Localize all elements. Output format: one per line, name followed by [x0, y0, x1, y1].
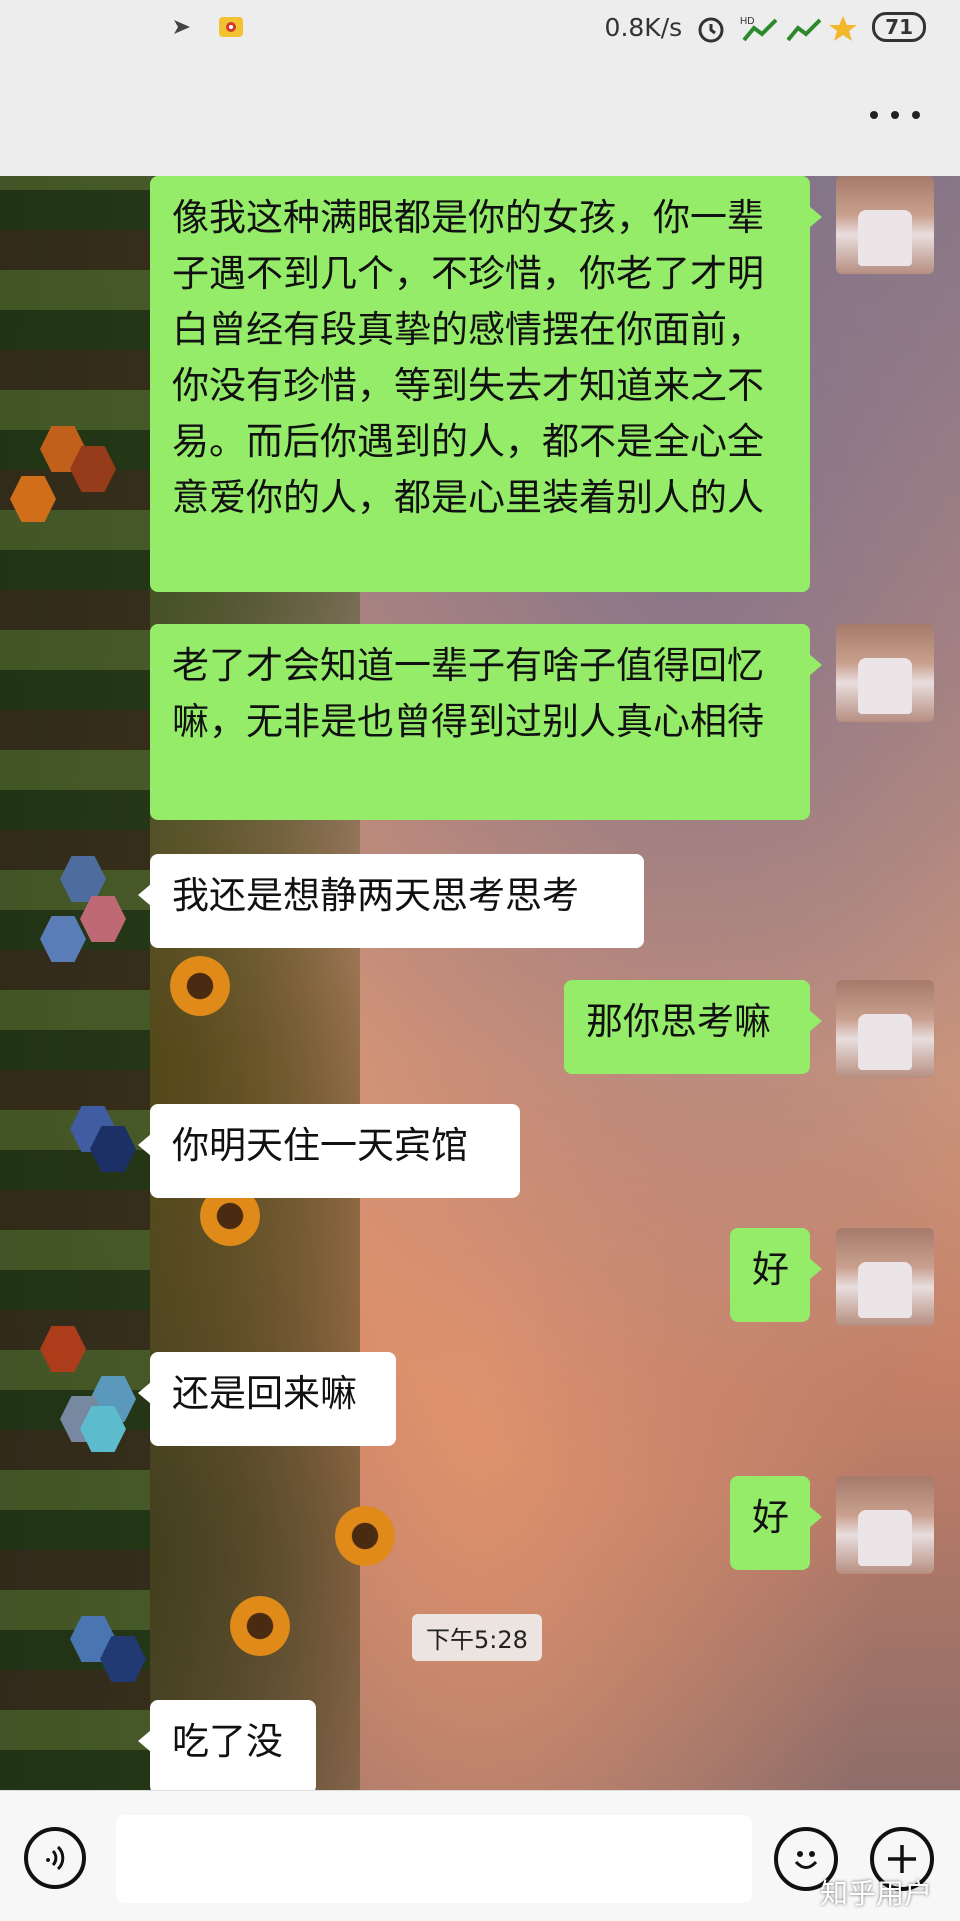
mosaic-redaction: [0, 176, 150, 1790]
chat-bubble-mine[interactable]: 老了才会知道一辈子有啥子值得回忆嘛，无非是也曾得到过别人真心相待: [150, 624, 822, 820]
chat-bubble-mine[interactable]: 像我这种满眼都是你的女孩，你一辈子遇不到几个，不珍惜，你老了才明白曾经有段真挚的…: [150, 176, 822, 592]
voice-icon[interactable]: [24, 1827, 86, 1889]
eye-app-icon: [218, 14, 248, 40]
chat-bubble-mine[interactable]: 那你思考嘛: [564, 980, 822, 1074]
chat-header: [0, 60, 960, 176]
status-left-icons: [170, 14, 248, 40]
my-avatar[interactable]: [836, 980, 934, 1078]
sunflower-decoration: [230, 1596, 290, 1656]
contact-avatar[interactable]: [50, 854, 138, 942]
arrow-icon: [170, 14, 200, 40]
sunflower-decoration: [335, 1506, 395, 1566]
my-avatar[interactable]: [836, 176, 934, 274]
input-bar: [0, 1790, 960, 1921]
message-timestamp: 下午5:28: [412, 1614, 542, 1661]
signal-icon: [784, 14, 822, 42]
chat-bubble-mine[interactable]: 好: [730, 1476, 822, 1570]
chat-bubble-theirs[interactable]: 还是回来嘛: [138, 1352, 396, 1446]
contact-avatar[interactable]: [50, 1104, 138, 1192]
message-input[interactable]: [116, 1815, 752, 1903]
alarm-icon: [696, 14, 726, 43]
contact-avatar[interactable]: [50, 1700, 138, 1788]
more-dots-icon[interactable]: [870, 100, 920, 130]
contact-avatar[interactable]: [50, 1352, 138, 1440]
chat-bubble-theirs[interactable]: 吃了没: [138, 1700, 316, 1790]
my-avatar[interactable]: [836, 624, 934, 722]
my-avatar[interactable]: [836, 1228, 934, 1326]
battery-icon: 71: [872, 12, 926, 42]
hd-signal-icon: HD: [740, 14, 778, 42]
status-bar: 0.8K/s HD 71: [0, 0, 960, 60]
star-icon: [828, 14, 858, 41]
network-speed: 0.8K/s: [604, 12, 683, 42]
status-right: 0.8K/s HD 71: [604, 12, 926, 43]
sunflower-decoration: [170, 956, 230, 1016]
my-avatar[interactable]: [836, 1476, 934, 1574]
chat-bubble-theirs[interactable]: 你明天住一天宾馆: [138, 1104, 520, 1198]
svg-text:HD: HD: [740, 16, 754, 27]
chat-area[interactable]: 像我这种满眼都是你的女孩，你一辈子遇不到几个，不珍惜，你老了才明白曾经有段真挚的…: [0, 176, 960, 1790]
chat-bubble-mine[interactable]: 好: [730, 1228, 822, 1322]
chat-bubble-theirs[interactable]: 我还是想静两天思考思考: [138, 854, 644, 948]
watermark: 知乎用户: [819, 1877, 932, 1910]
